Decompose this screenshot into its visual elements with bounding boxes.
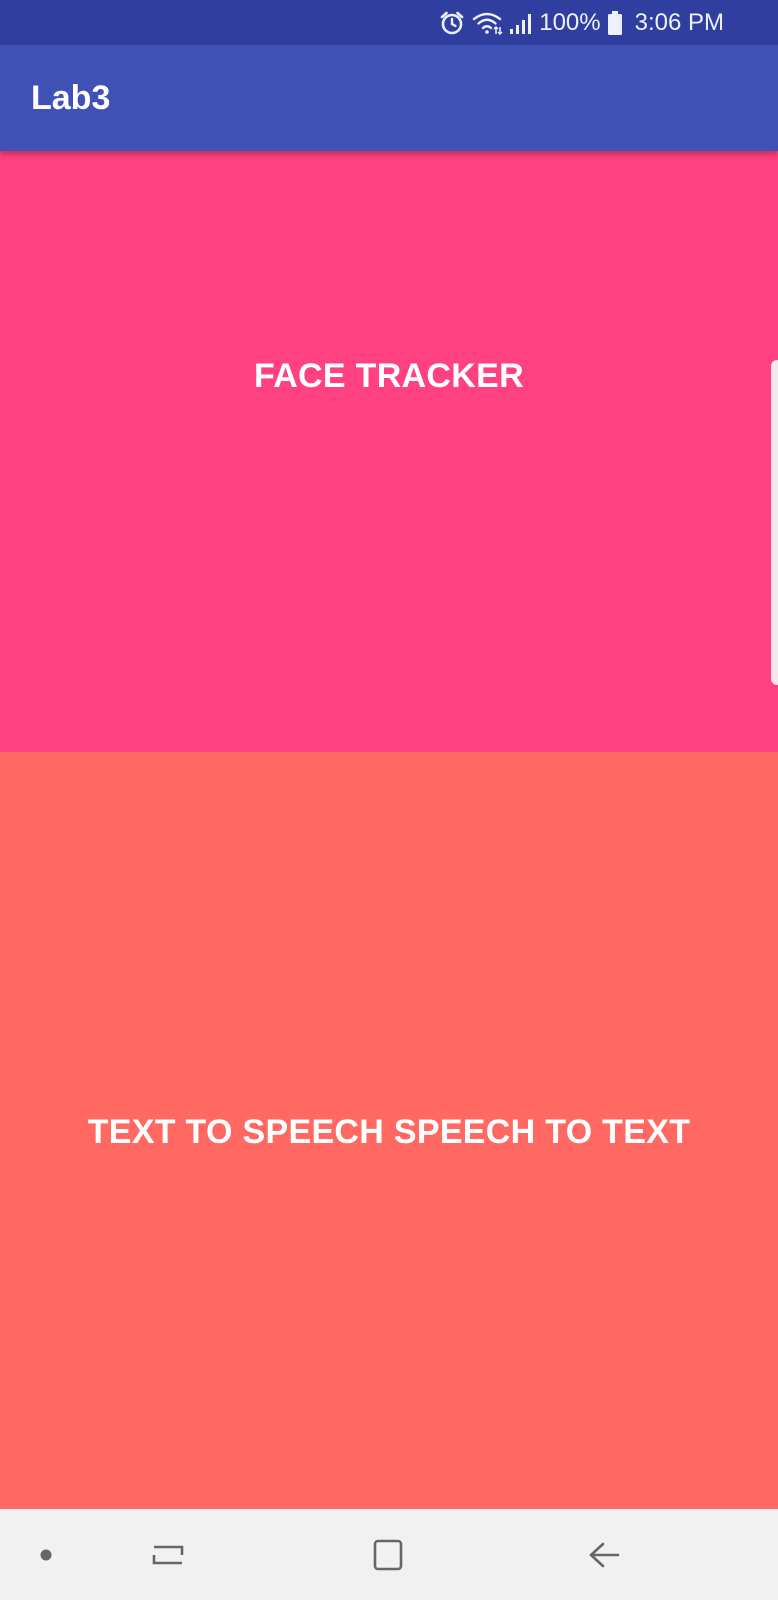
home-icon[interactable] <box>360 1509 416 1600</box>
navigation-bar <box>0 1509 778 1600</box>
nav-dot-icon[interactable] <box>28 1509 64 1600</box>
app-title: Lab3 <box>31 78 111 117</box>
status-time: 3:06 PM <box>634 9 724 36</box>
wifi-icon <box>471 10 503 36</box>
back-icon[interactable] <box>576 1509 632 1600</box>
app-bar: Lab3 <box>0 45 778 151</box>
recent-apps-icon[interactable] <box>140 1509 196 1600</box>
text-to-speech-button[interactable]: TEXT TO SPEECH SPEECH TO TEXT <box>0 752 778 1509</box>
battery-icon <box>607 10 623 36</box>
battery-percent: 100% <box>539 9 601 36</box>
text-to-speech-label: TEXT TO SPEECH SPEECH TO TEXT <box>87 1113 691 1151</box>
signal-icon <box>509 10 533 36</box>
alarm-icon <box>439 10 465 36</box>
status-bar: 100% 3:06 PM <box>0 0 778 45</box>
edge-panel-handle[interactable] <box>771 360 778 685</box>
face-tracker-label: FACE TRACKER <box>254 357 524 395</box>
face-tracker-button[interactable]: FACE TRACKER <box>0 151 778 752</box>
screen: 100% 3:06 PM Lab3 FACE TRACKER TEXT TO S… <box>0 0 778 1600</box>
